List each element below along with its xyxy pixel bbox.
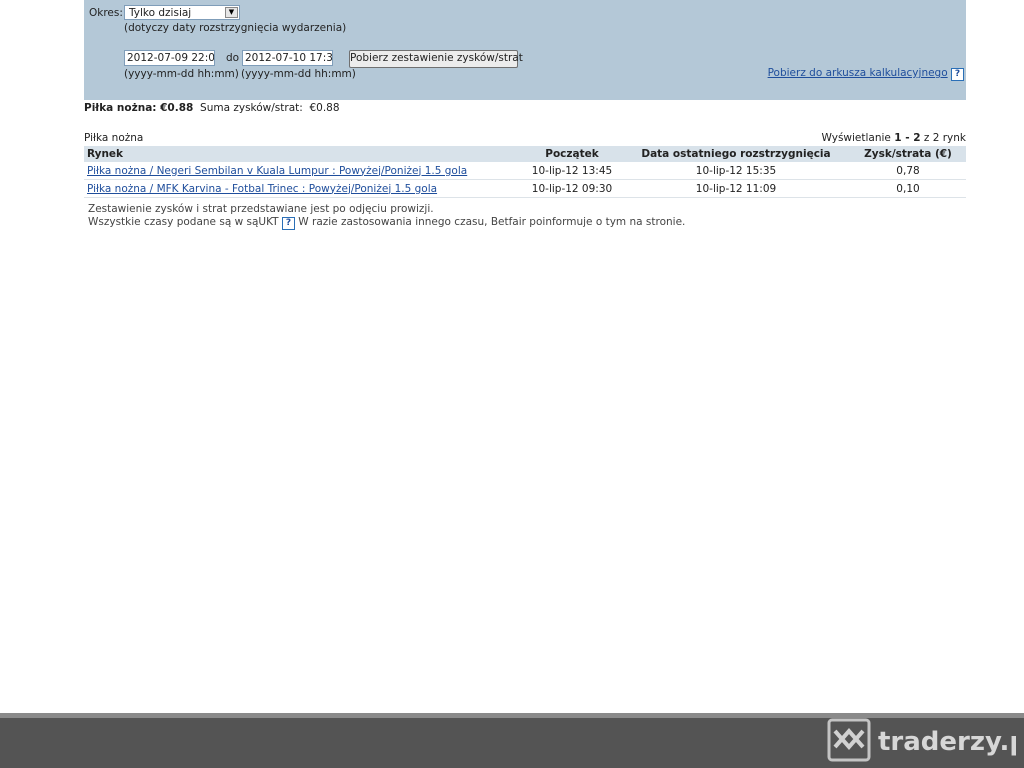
column-header-pnl: Zysk/strata (€) bbox=[850, 146, 966, 162]
period-select[interactable]: Tylko dzisiaj ▼ bbox=[124, 5, 240, 20]
column-header-settled: Data ostatniego rozstrzygnięcia bbox=[622, 146, 850, 162]
pnl-summary: Piłka nożna: €0.88 Suma zysków/strat: €0… bbox=[84, 102, 340, 114]
download-spreadsheet: Pobierz do arkusza kalkulacyjnego ? bbox=[768, 67, 964, 81]
paging-info: Wyświetlanie 1 - 2 z 2 rynk bbox=[822, 132, 966, 144]
traderzy-logo-icon: traderzy.pl bbox=[827, 718, 1016, 762]
table-row: Piłka nożna / MFK Karvina - Fotbal Trine… bbox=[84, 179, 966, 198]
section-title: Piłka nożna bbox=[84, 132, 144, 144]
market-link[interactable]: Piłka nożna / MFK Karvina - Fotbal Trine… bbox=[87, 183, 437, 195]
start-time: 10-lip-12 13:45 bbox=[522, 162, 622, 180]
timezone-note: Wszystkie czasy podane są w sąUKT ? W ra… bbox=[88, 216, 685, 230]
results-table: Rynek Początek Data ostatniego rozstrzyg… bbox=[84, 146, 966, 198]
period-select-value: Tylko dzisiaj bbox=[129, 7, 192, 19]
settled-time: 10-lip-12 11:09 bbox=[622, 179, 850, 198]
timezone-note-suffix: W razie zastosowania innego czasu, Betfa… bbox=[298, 216, 686, 228]
filter-panel: Okres: Tylko dzisiaj ▼ (dotyczy daty roz… bbox=[84, 0, 966, 100]
sum-label: Suma zysków/strat: bbox=[200, 102, 303, 114]
commission-note: Zestawienie zysków i strat przedstawiane… bbox=[88, 203, 434, 215]
date-from-input[interactable]: 2012-07-09 22:00 bbox=[124, 50, 215, 66]
column-header-start: Początek bbox=[522, 146, 622, 162]
pnl-value: 0,78 bbox=[850, 162, 966, 180]
column-header-market: Rynek bbox=[84, 146, 522, 162]
table-row: Piłka nożna / Negeri Sembilan v Kuala Lu… bbox=[84, 162, 966, 180]
svg-text:traderzy.pl: traderzy.pl bbox=[878, 727, 1016, 757]
get-report-button[interactable]: Pobierz zestawienie zysków/strat bbox=[349, 50, 523, 68]
chevron-down-icon[interactable]: ▼ bbox=[225, 7, 238, 18]
pnl-value: 0,10 bbox=[850, 179, 966, 198]
paging-range: 1 - 2 bbox=[894, 132, 921, 144]
period-note: (dotyczy daty rozstrzygnięcia wydarzenia… bbox=[124, 22, 347, 34]
date-separator: do bbox=[226, 52, 240, 64]
timezone-note-text: Wszystkie czasy podane są w sąUKT bbox=[88, 216, 279, 228]
date-to-hint: (yyyy-mm-dd hh:mm) bbox=[241, 68, 356, 80]
period-label: Okres: bbox=[89, 7, 123, 19]
paging-prefix: Wyświetlanie bbox=[821, 132, 891, 144]
table-header-row: Rynek Początek Data ostatniego rozstrzyg… bbox=[84, 146, 966, 162]
date-to-input[interactable]: 2012-07-10 17:34 bbox=[242, 50, 333, 66]
sport-total: Piłka nożna: €0.88 bbox=[84, 102, 194, 114]
sum-value: €0.88 bbox=[309, 102, 340, 114]
help-icon[interactable]: ? bbox=[951, 68, 964, 81]
paging-suffix: z 2 rynk bbox=[923, 132, 966, 144]
market-link[interactable]: Piłka nożna / Negeri Sembilan v Kuala Lu… bbox=[87, 165, 467, 177]
settled-time: 10-lip-12 15:35 bbox=[622, 162, 850, 180]
date-from-hint: (yyyy-mm-dd hh:mm) bbox=[124, 68, 239, 80]
help-icon[interactable]: ? bbox=[281, 217, 295, 230]
start-time: 10-lip-12 09:30 bbox=[522, 179, 622, 198]
download-spreadsheet-link[interactable]: Pobierz do arkusza kalkulacyjnego bbox=[768, 67, 948, 79]
